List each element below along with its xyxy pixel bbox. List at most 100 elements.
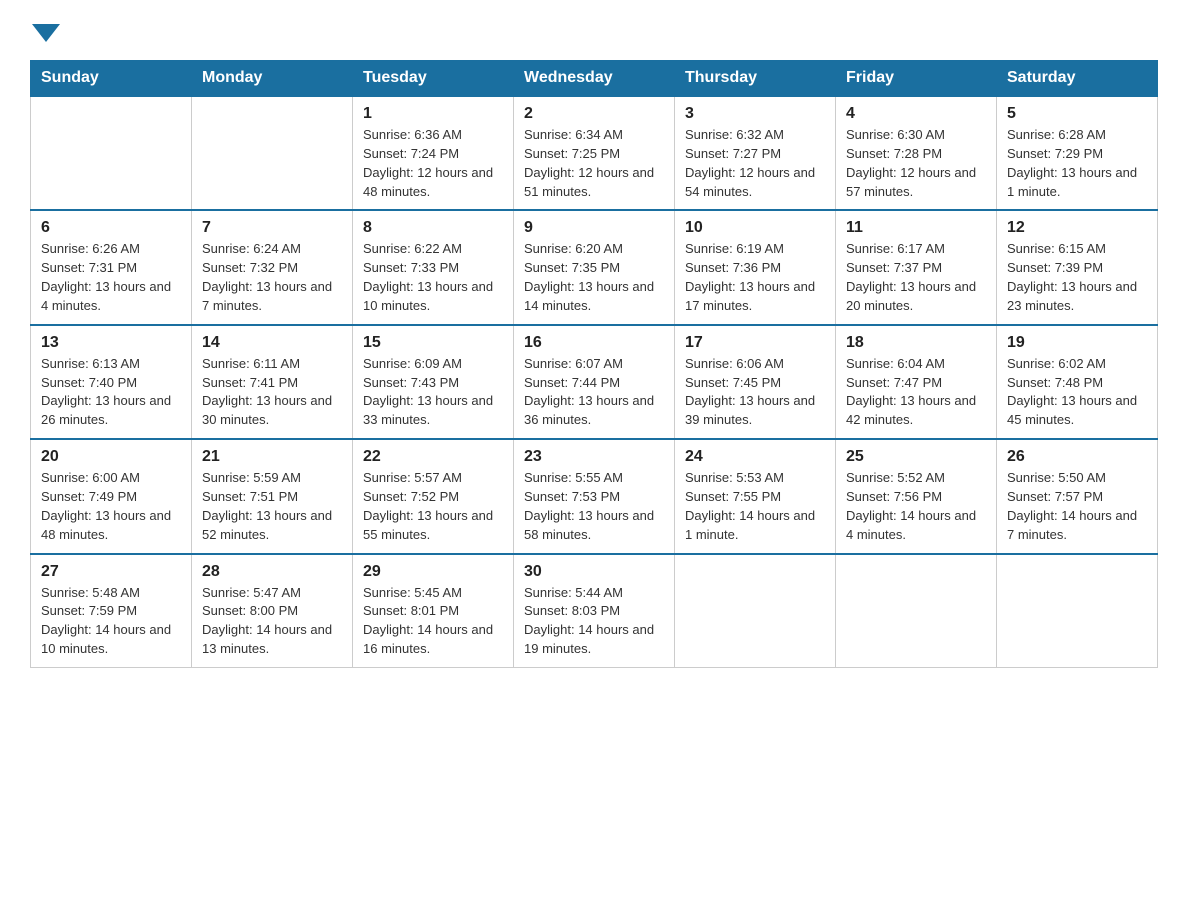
day-number: 5: [1007, 105, 1147, 123]
day-info: Sunrise: 6:17 AM Sunset: 7:37 PM Dayligh…: [846, 240, 986, 315]
day-info: Sunrise: 6:30 AM Sunset: 7:28 PM Dayligh…: [846, 126, 986, 201]
calendar-cell: 27 Sunrise: 5:48 AM Sunset: 7:59 PM Dayli…: [31, 554, 192, 668]
calendar-cell: [836, 554, 997, 668]
day-number: 27: [41, 563, 181, 581]
day-info: Sunrise: 6:09 AM Sunset: 7:43 PM Dayligh…: [363, 355, 503, 430]
calendar-week-2: 6Sunrise: 6:26 AM Sunset: 7:31 PM Daylig…: [31, 210, 1158, 324]
calendar-cell: 12 Sunrise: 6:15 AM Sunset: 7:39 PM Dayli…: [997, 210, 1158, 324]
day-number: 9: [524, 219, 664, 237]
day-info: Sunrise: 6:04 AM Sunset: 7:47 PM Dayligh…: [846, 355, 986, 430]
day-number: 15: [363, 334, 503, 352]
day-number: 13: [41, 334, 181, 352]
calendar-week-5: 27 Sunrise: 5:48 AM Sunset: 7:59 PM Dayli…: [31, 554, 1158, 668]
calendar-cell: 3 Sunrise: 6:32 AM Sunset: 7:27 PM Daylig…: [675, 96, 836, 210]
day-number: 22: [363, 448, 503, 466]
day-info: Sunrise: 5:53 AM Sunset: 7:55 PM Dayligh…: [685, 469, 825, 544]
calendar-week-1: 1 Sunrise: 6:36 AM Sunset: 7:24 PM Daylig…: [31, 96, 1158, 210]
day-info: Sunrise: 5:48 AM Sunset: 7:59 PM Dayligh…: [41, 584, 181, 659]
calendar-header: SundayMondayTuesdayWednesdayThursdayFrid…: [31, 61, 1158, 97]
day-info: Sunrise: 6:22 AM Sunset: 7:33 PM Dayligh…: [363, 240, 503, 315]
calendar-cell: 28 Sunrise: 5:47 AM Sunset: 8:00 PM Dayli…: [192, 554, 353, 668]
calendar-cell: 14 Sunrise: 6:11 AM Sunset: 7:41 PM Dayli…: [192, 325, 353, 439]
day-info: Sunrise: 5:44 AM Sunset: 8:03 PM Dayligh…: [524, 584, 664, 659]
day-number: 16: [524, 334, 664, 352]
day-info: Sunrise: 5:52 AM Sunset: 7:56 PM Dayligh…: [846, 469, 986, 544]
day-number: 1: [363, 105, 503, 123]
calendar-cell: 23Sunrise: 5:55 AM Sunset: 7:53 PM Dayli…: [514, 439, 675, 553]
calendar-cell: 5 Sunrise: 6:28 AM Sunset: 7:29 PM Daylig…: [997, 96, 1158, 210]
day-info: Sunrise: 6:11 AM Sunset: 7:41 PM Dayligh…: [202, 355, 342, 430]
day-number: 21: [202, 448, 342, 466]
day-info: Sunrise: 5:50 AM Sunset: 7:57 PM Dayligh…: [1007, 469, 1147, 544]
day-info: Sunrise: 6:06 AM Sunset: 7:45 PM Dayligh…: [685, 355, 825, 430]
calendar-cell: 22 Sunrise: 5:57 AM Sunset: 7:52 PM Dayli…: [353, 439, 514, 553]
calendar-week-4: 20 Sunrise: 6:00 AM Sunset: 7:49 PM Dayli…: [31, 439, 1158, 553]
calendar-week-3: 13 Sunrise: 6:13 AM Sunset: 7:40 PM Dayli…: [31, 325, 1158, 439]
calendar-cell: 18 Sunrise: 6:04 AM Sunset: 7:47 PM Dayli…: [836, 325, 997, 439]
calendar-cell: 10 Sunrise: 6:19 AM Sunset: 7:36 PM Dayli…: [675, 210, 836, 324]
day-number: 25: [846, 448, 986, 466]
day-info: Sunrise: 5:59 AM Sunset: 7:51 PM Dayligh…: [202, 469, 342, 544]
day-info: Sunrise: 6:36 AM Sunset: 7:24 PM Dayligh…: [363, 126, 503, 201]
header-day-monday: Monday: [192, 61, 353, 97]
calendar-cell: 13 Sunrise: 6:13 AM Sunset: 7:40 PM Dayli…: [31, 325, 192, 439]
calendar-cell: 19Sunrise: 6:02 AM Sunset: 7:48 PM Dayli…: [997, 325, 1158, 439]
calendar-cell: [192, 96, 353, 210]
calendar-table: SundayMondayTuesdayWednesdayThursdayFrid…: [30, 60, 1158, 668]
calendar-cell: 30 Sunrise: 5:44 AM Sunset: 8:03 PM Dayli…: [514, 554, 675, 668]
calendar-cell: [31, 96, 192, 210]
day-info: Sunrise: 6:15 AM Sunset: 7:39 PM Dayligh…: [1007, 240, 1147, 315]
calendar-cell: 9 Sunrise: 6:20 AM Sunset: 7:35 PM Daylig…: [514, 210, 675, 324]
day-number: 17: [685, 334, 825, 352]
day-info: Sunrise: 6:34 AM Sunset: 7:25 PM Dayligh…: [524, 126, 664, 201]
day-info: Sunrise: 5:47 AM Sunset: 8:00 PM Dayligh…: [202, 584, 342, 659]
logo: [30, 20, 60, 42]
calendar-cell: [675, 554, 836, 668]
day-number: 3: [685, 105, 825, 123]
header-day-friday: Friday: [836, 61, 997, 97]
calendar-cell: 8 Sunrise: 6:22 AM Sunset: 7:33 PM Daylig…: [353, 210, 514, 324]
calendar-cell: 2 Sunrise: 6:34 AM Sunset: 7:25 PM Daylig…: [514, 96, 675, 210]
day-info: Sunrise: 6:02 AM Sunset: 7:48 PM Dayligh…: [1007, 355, 1147, 430]
header-day-wednesday: Wednesday: [514, 61, 675, 97]
day-info: Sunrise: 6:20 AM Sunset: 7:35 PM Dayligh…: [524, 240, 664, 315]
calendar-cell: 24 Sunrise: 5:53 AM Sunset: 7:55 PM Dayli…: [675, 439, 836, 553]
calendar-cell: 29 Sunrise: 5:45 AM Sunset: 8:01 PM Dayli…: [353, 554, 514, 668]
calendar-cell: 20 Sunrise: 6:00 AM Sunset: 7:49 PM Dayli…: [31, 439, 192, 553]
logo-arrow-icon: [32, 24, 60, 42]
header-day-tuesday: Tuesday: [353, 61, 514, 97]
day-info: Sunrise: 6:13 AM Sunset: 7:40 PM Dayligh…: [41, 355, 181, 430]
day-info: Sunrise: 5:45 AM Sunset: 8:01 PM Dayligh…: [363, 584, 503, 659]
calendar-cell: 15 Sunrise: 6:09 AM Sunset: 7:43 PM Dayli…: [353, 325, 514, 439]
header-day-sunday: Sunday: [31, 61, 192, 97]
day-number: 8: [363, 219, 503, 237]
day-number: 18: [846, 334, 986, 352]
day-info: Sunrise: 5:57 AM Sunset: 7:52 PM Dayligh…: [363, 469, 503, 544]
day-number: 28: [202, 563, 342, 581]
day-info: Sunrise: 6:26 AM Sunset: 7:31 PM Dayligh…: [41, 240, 181, 315]
calendar-cell: 25 Sunrise: 5:52 AM Sunset: 7:56 PM Dayli…: [836, 439, 997, 553]
day-number: 30: [524, 563, 664, 581]
day-number: 12: [1007, 219, 1147, 237]
day-info: Sunrise: 6:19 AM Sunset: 7:36 PM Dayligh…: [685, 240, 825, 315]
day-info: Sunrise: 6:28 AM Sunset: 7:29 PM Dayligh…: [1007, 126, 1147, 201]
day-number: 29: [363, 563, 503, 581]
day-number: 14: [202, 334, 342, 352]
calendar-cell: 6Sunrise: 6:26 AM Sunset: 7:31 PM Daylig…: [31, 210, 192, 324]
day-number: 2: [524, 105, 664, 123]
day-number: 20: [41, 448, 181, 466]
day-number: 26: [1007, 448, 1147, 466]
day-number: 24: [685, 448, 825, 466]
day-number: 10: [685, 219, 825, 237]
calendar-body: 1 Sunrise: 6:36 AM Sunset: 7:24 PM Daylig…: [31, 96, 1158, 667]
calendar-cell: 7Sunrise: 6:24 AM Sunset: 7:32 PM Daylig…: [192, 210, 353, 324]
calendar-cell: 1 Sunrise: 6:36 AM Sunset: 7:24 PM Daylig…: [353, 96, 514, 210]
calendar-cell: 11 Sunrise: 6:17 AM Sunset: 7:37 PM Dayli…: [836, 210, 997, 324]
day-info: Sunrise: 6:24 AM Sunset: 7:32 PM Dayligh…: [202, 240, 342, 315]
calendar-cell: [997, 554, 1158, 668]
calendar-cell: 26 Sunrise: 5:50 AM Sunset: 7:57 PM Dayli…: [997, 439, 1158, 553]
day-info: Sunrise: 6:32 AM Sunset: 7:27 PM Dayligh…: [685, 126, 825, 201]
day-number: 11: [846, 219, 986, 237]
day-info: Sunrise: 6:00 AM Sunset: 7:49 PM Dayligh…: [41, 469, 181, 544]
day-number: 23: [524, 448, 664, 466]
